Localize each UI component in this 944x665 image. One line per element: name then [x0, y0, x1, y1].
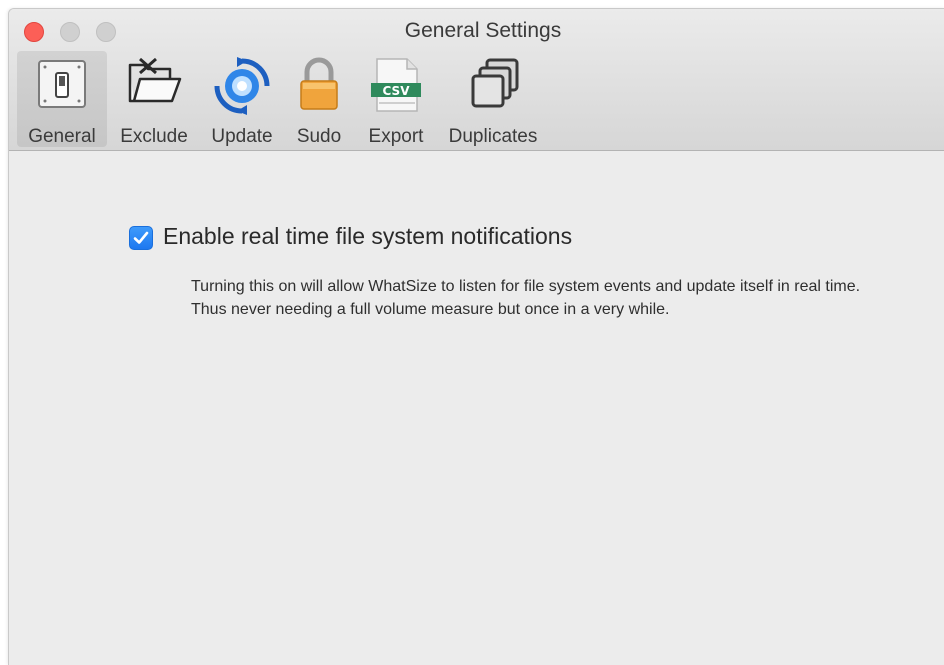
refresh-icon [214, 57, 270, 115]
toolbar-label-exclude: Exclude [120, 126, 188, 147]
toolbar-tab-export[interactable]: CSV Export [359, 51, 433, 147]
description-line: Turning this on will allow WhatSize to l… [191, 278, 861, 295]
duplicates-icon [471, 58, 519, 108]
csv-badge-text: CSV [382, 84, 410, 98]
checkmark-icon [133, 231, 149, 244]
toolbar-label-sudo: Sudo [296, 126, 342, 147]
toolbar-label-general: General [28, 126, 96, 147]
toolbar-label-duplicates: Duplicates [448, 126, 538, 147]
lock-icon [300, 57, 338, 110]
realtime-notifications-checkbox[interactable] [129, 226, 153, 250]
settings-window: General Settings General Exclude Update … [8, 8, 944, 665]
folder-exclude-icon [128, 57, 182, 103]
toolbar-tab-exclude[interactable]: Exclude [114, 51, 194, 147]
toolbar-label-update: Update [211, 126, 273, 147]
window-titlebar: General Settings General Exclude Update … [9, 9, 944, 151]
description-line: Thus never needing a full volume measure… [191, 301, 670, 318]
toolbar-tab-sudo[interactable]: Sudo [289, 51, 349, 147]
toggle-switch-icon [38, 60, 86, 108]
toolbar-tab-update[interactable]: Update [205, 51, 279, 147]
toolbar-label-export: Export [368, 126, 424, 147]
toolbar-tab-general[interactable]: General [17, 51, 107, 147]
realtime-notifications-description: Turning this on will allow WhatSize to l… [191, 275, 931, 321]
realtime-notifications-label[interactable]: Enable real time file system notificatio… [163, 223, 572, 250]
toolbar-tab-duplicates[interactable]: Duplicates [441, 51, 545, 147]
general-settings-pane: Enable real time file system notificatio… [9, 151, 944, 665]
window-title: General Settings [404, 19, 562, 42]
